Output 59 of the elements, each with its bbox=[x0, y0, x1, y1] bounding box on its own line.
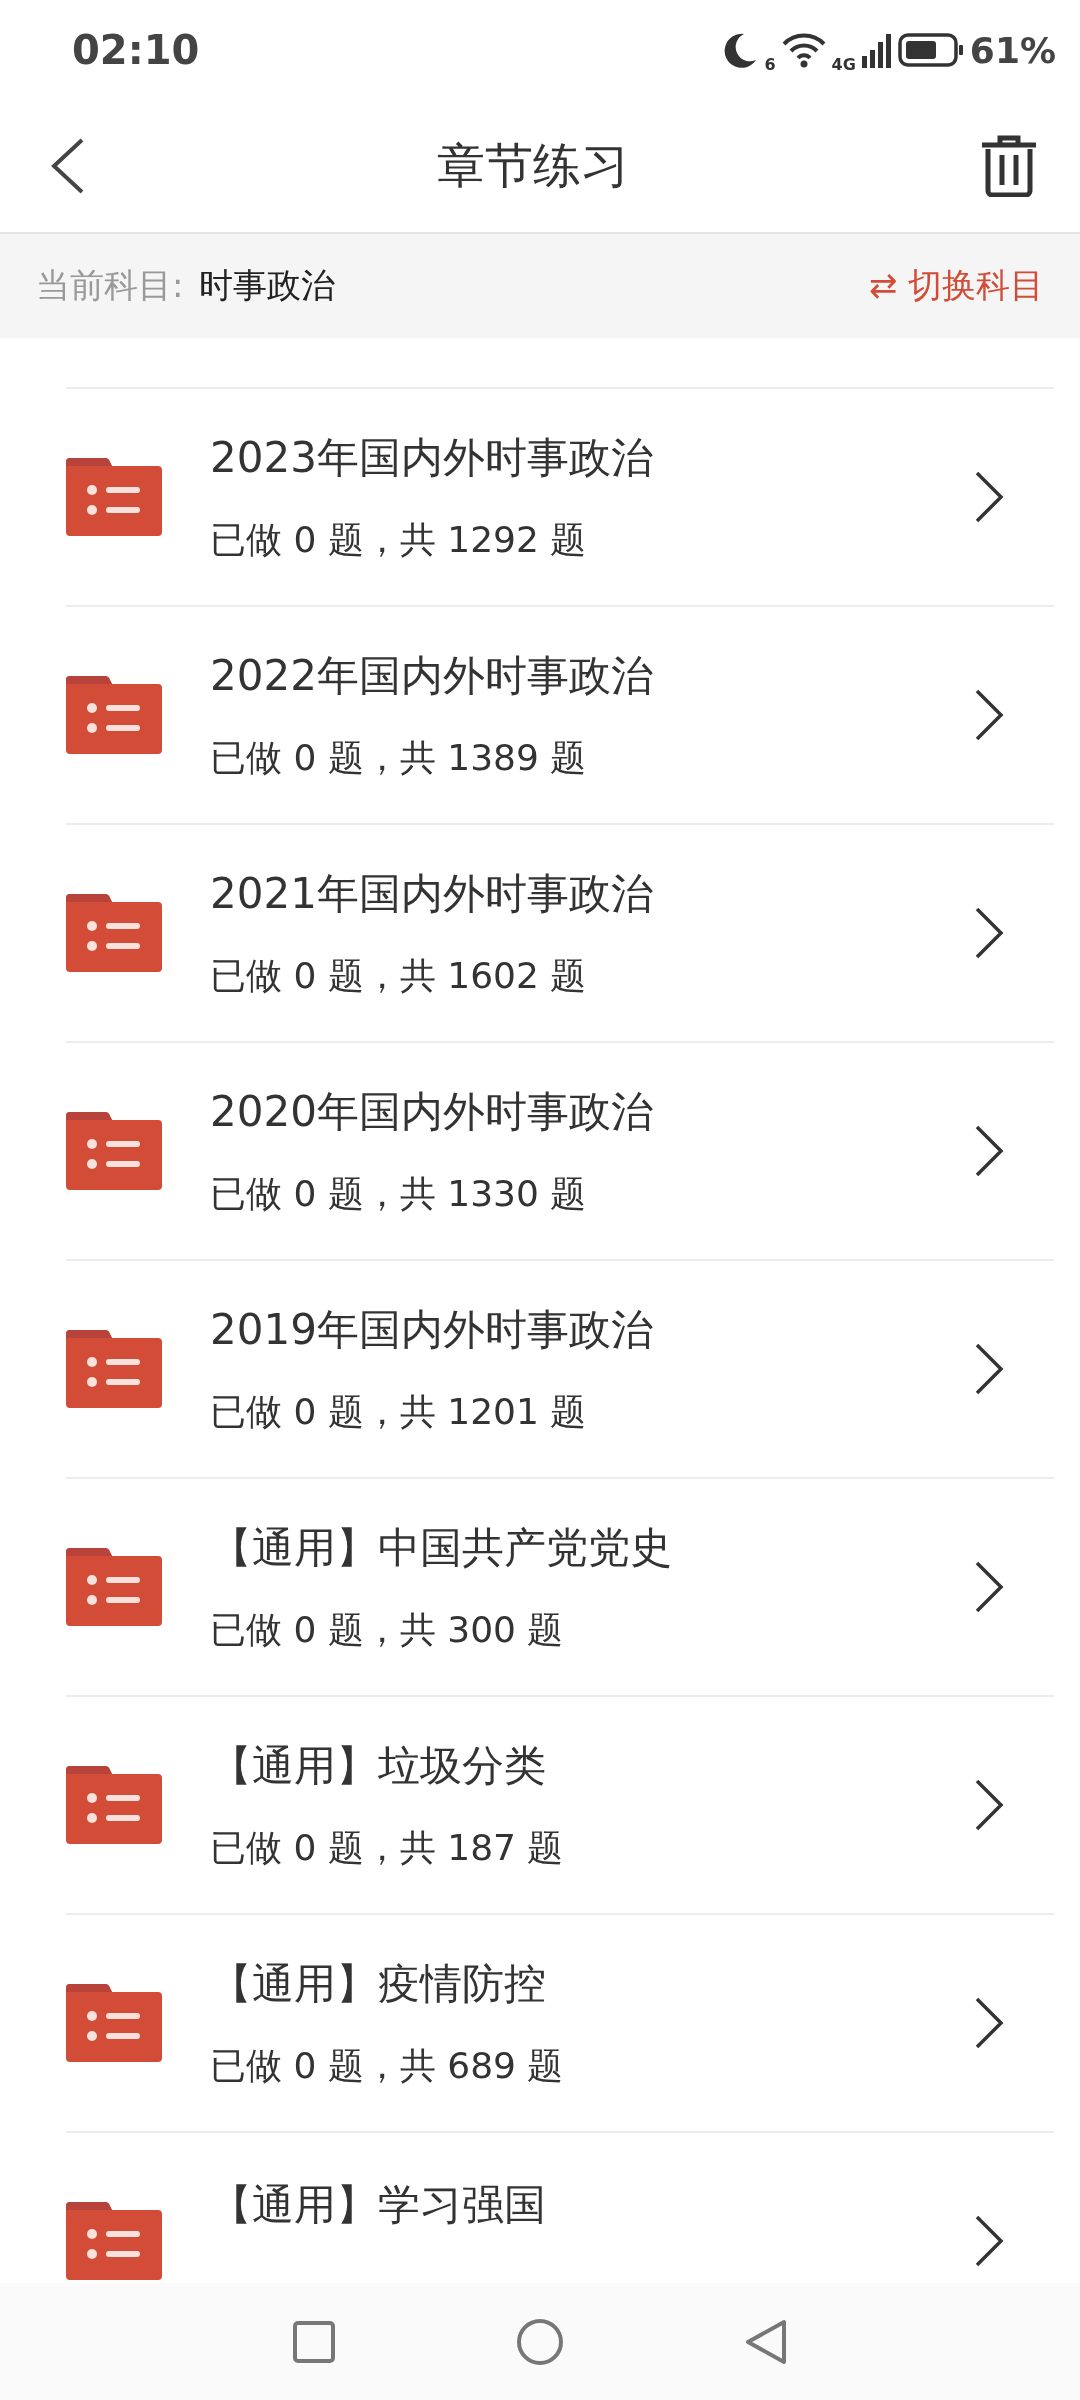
recent-apps-icon[interactable] bbox=[292, 2319, 336, 2364]
chapter-item[interactable]: 2019年国内外时事政治 已做 0 题，共 1201 题 bbox=[66, 1261, 1054, 1479]
back-nav-icon[interactable] bbox=[744, 2317, 788, 2366]
chevron-right-icon bbox=[974, 1125, 1004, 1177]
wifi-label: 6 bbox=[764, 54, 776, 74]
signal-icon bbox=[861, 32, 892, 68]
chevron-right-icon bbox=[974, 689, 1004, 741]
folder-list-icon bbox=[66, 458, 162, 536]
chapter-title: 【通用】疫情防控 bbox=[210, 1957, 547, 2010]
battery-icon bbox=[897, 32, 964, 68]
question-count: 已做 0 题，共 1201 题 bbox=[210, 1389, 588, 1434]
question-count: 已做 0 题，共 1292 题 bbox=[210, 517, 588, 562]
question-count: 已做 0 题，共 689 题 bbox=[210, 2043, 565, 2088]
chevron-right-icon bbox=[974, 1779, 1004, 1831]
folder-list-icon bbox=[66, 1984, 162, 2062]
folder-list-icon bbox=[66, 894, 162, 972]
chapter-item[interactable]: 2020年国内外时事政治 已做 0 题，共 1330 题 bbox=[66, 1043, 1054, 1261]
chapter-item[interactable]: 【通用】中国共产党党史 已做 0 题，共 300 题 bbox=[66, 1479, 1054, 1697]
question-count: 已做 0 题，共 1602 题 bbox=[210, 953, 588, 998]
chevron-right-icon bbox=[974, 1997, 1004, 2049]
chapter-title: 2022年国内外时事政治 bbox=[210, 649, 654, 702]
question-count: 已做 0 题，共 1389 题 bbox=[210, 735, 588, 780]
folder-list-icon bbox=[66, 1766, 162, 1844]
chapter-title: 【通用】垃圾分类 bbox=[210, 1739, 547, 1792]
chevron-right-icon bbox=[974, 2215, 1004, 2267]
back-icon[interactable] bbox=[50, 138, 86, 194]
folder-list-icon bbox=[66, 676, 162, 754]
chapter-item[interactable]: 2022年国内外时事政治 已做 0 题，共 1389 题 bbox=[66, 607, 1054, 825]
folder-list-icon bbox=[66, 1548, 162, 1626]
question-count: 已做 0 题，共 187 题 bbox=[210, 1825, 565, 1870]
trash-icon[interactable] bbox=[980, 135, 1038, 197]
subject-name: 时事政治 bbox=[199, 264, 336, 307]
question-count: 已做 0 题，共 300 题 bbox=[210, 1607, 565, 1652]
battery-level: 61% bbox=[969, 29, 1056, 71]
home-icon[interactable] bbox=[516, 2317, 564, 2366]
folder-list-icon bbox=[66, 2202, 162, 2280]
status-time: 02:10 bbox=[72, 27, 200, 73]
chevron-right-icon bbox=[974, 1561, 1004, 1613]
chapter-title: 【通用】中国共产党党史 bbox=[210, 1521, 673, 1574]
wifi-icon bbox=[781, 32, 826, 68]
folder-list-icon bbox=[66, 1330, 162, 1408]
chapter-item[interactable]: 2021年国内外时事政治 已做 0 题，共 1602 题 bbox=[66, 825, 1054, 1043]
chapter-title: 【通用】学习强国 bbox=[210, 2179, 547, 2231]
chapter-title: 2019年国内外时事政治 bbox=[210, 1303, 654, 1356]
question-count: 已做 0 题，共 1330 题 bbox=[210, 1171, 588, 1216]
chapter-item[interactable]: 2023年国内外时事政治 已做 0 题，共 1292 题 bbox=[66, 389, 1054, 607]
folder-list-icon bbox=[66, 1112, 162, 1190]
chevron-right-icon bbox=[974, 471, 1004, 523]
chapter-item[interactable]: 【通用】疫情防控 已做 0 题，共 689 题 bbox=[66, 1915, 1054, 2133]
subject-label: 当前科目: bbox=[36, 264, 184, 307]
chevron-right-icon bbox=[974, 907, 1004, 959]
switch-subject-link[interactable]: ⇄ 切换科目 bbox=[868, 263, 1044, 309]
page-title: 章节练习 bbox=[437, 136, 629, 195]
chevron-right-icon bbox=[974, 1343, 1004, 1395]
chapter-title: 2021年国内外时事政治 bbox=[210, 867, 654, 920]
chapter-item[interactable]: 【通用】垃圾分类 已做 0 题，共 187 题 bbox=[66, 1697, 1054, 1915]
chapter-title: 2023年国内外时事政治 bbox=[210, 431, 654, 484]
network-type: 4G bbox=[831, 54, 856, 74]
chapter-title: 2020年国内外时事政治 bbox=[210, 1085, 654, 1138]
